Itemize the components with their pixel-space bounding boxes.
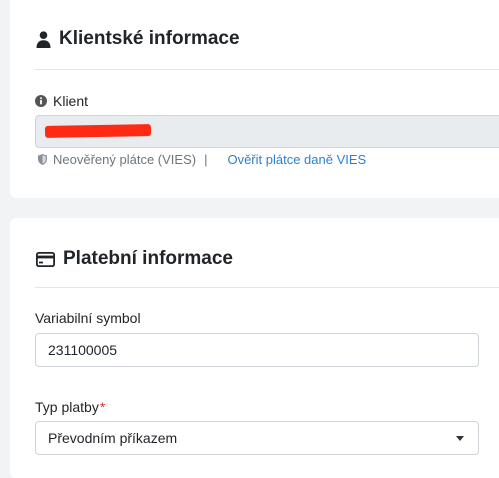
vies-status-text: Neověřený plátce (VIES): [53, 152, 197, 167]
payment-type-label-text: Typ platby: [35, 399, 99, 415]
payment-type-label: Typ platby*: [35, 399, 105, 415]
variable-symbol-value: 231100005: [48, 342, 118, 358]
variable-symbol-input[interactable]: 231100005: [35, 333, 479, 367]
payment-info-divider: [35, 287, 499, 288]
info-circle-icon: [35, 95, 47, 107]
user-icon: [36, 30, 51, 48]
redacted-client-name: [44, 124, 152, 138]
shield-icon: [38, 154, 47, 165]
client-info-card: Klientské informace Klient Neověřený plá…: [10, 0, 499, 198]
payment-type-select[interactable]: Převodním příkazem: [35, 421, 479, 455]
payment-info-heading: Platební informace: [36, 248, 233, 270]
client-label: Klient: [35, 93, 88, 109]
vies-separator: |: [204, 152, 208, 167]
payment-type-value: Převodním příkazem: [48, 430, 178, 446]
client-field[interactable]: [35, 115, 499, 148]
client-info-title: Klientské informace: [59, 28, 240, 49]
verify-vies-link[interactable]: Ověřit plátce daně VIES: [227, 152, 366, 167]
credit-card-icon: [36, 251, 55, 267]
chevron-down-icon: [456, 435, 464, 441]
required-marker: *: [99, 399, 106, 415]
client-label-text: Klient: [53, 93, 89, 109]
payment-info-card: Platební informace Variabilní symbol 231…: [10, 218, 499, 478]
payment-info-title: Platební informace: [63, 248, 233, 269]
vies-status-row: Neověřený plátce (VIES) | Ověřit plátce …: [38, 152, 366, 167]
vies-status: Neověřený plátce (VIES): [38, 152, 196, 167]
variable-symbol-label: Variabilní symbol: [35, 310, 141, 326]
client-info-divider: [35, 69, 499, 70]
client-info-heading: Klientské informace: [36, 28, 240, 50]
